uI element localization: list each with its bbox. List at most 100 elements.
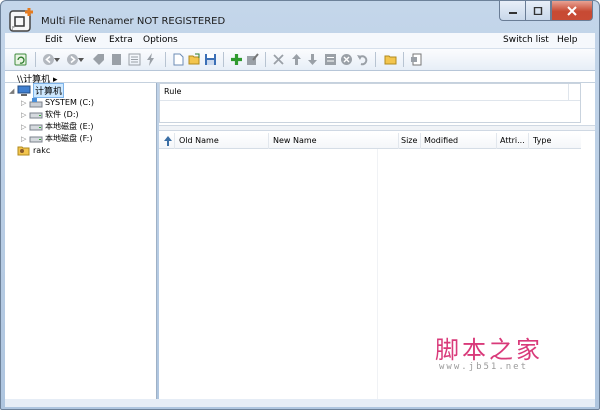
menu-options[interactable]: Options — [143, 35, 178, 45]
save-button[interactable] — [203, 52, 218, 67]
refresh-icon — [14, 53, 27, 66]
tree-expand-icon[interactable]: ▷ — [21, 135, 29, 143]
move-up-button[interactable] — [289, 52, 304, 67]
folder-button[interactable] — [383, 52, 398, 67]
app-logo-icon: F — [9, 7, 35, 33]
chevron-down-icon — [78, 57, 84, 62]
delete-x-icon — [273, 54, 284, 65]
rule-list-button[interactable] — [323, 52, 338, 67]
title-bar[interactable]: F Multi File Renamer NOT REGISTERED — [1, 1, 599, 33]
column-new-name[interactable]: New Name — [269, 133, 399, 149]
tag-button[interactable] — [91, 52, 106, 67]
drive-icon — [29, 136, 43, 143]
window-controls — [499, 1, 593, 21]
menu-switch-list[interactable]: Switch list — [503, 35, 549, 45]
tree-expand-icon[interactable]: ▷ — [21, 123, 29, 131]
tree-label: 软件 (D:) — [45, 110, 79, 119]
system-drive-icon — [29, 98, 43, 108]
undo-icon — [357, 55, 368, 66]
edit-rule-button[interactable] — [245, 52, 260, 67]
column-attributes[interactable]: Attri... — [497, 133, 529, 149]
file-list-header: Old Name New Name Size Modified Attri...… — [159, 133, 581, 149]
tree-item-system-c[interactable]: ▷ SYSTEM (C:) — [21, 97, 94, 108]
minimize-icon — [508, 11, 517, 14]
drive-icon — [29, 112, 43, 119]
cancel-circle-icon — [341, 54, 352, 65]
preview-document-icon — [411, 53, 422, 66]
status-bar — [5, 399, 595, 407]
forward-dropdown[interactable] — [77, 52, 85, 67]
menu-edit[interactable]: Edit — [45, 35, 62, 45]
svg-text:F: F — [12, 26, 15, 32]
tree-item-drive-e[interactable]: ▷ 本地磁盘 (E:) — [21, 121, 94, 132]
pane-splitter[interactable] — [159, 125, 595, 131]
tree-label: rakc — [33, 146, 51, 155]
tree-label: 本地磁盘 (E:) — [45, 122, 94, 131]
watermark-url: www.jb51.net — [439, 362, 529, 372]
close-icon — [567, 5, 577, 16]
column-modified[interactable]: Modified — [421, 133, 497, 149]
column-type[interactable]: Type — [529, 133, 581, 149]
rule-column-header[interactable]: Rule — [164, 87, 181, 96]
open-folder-icon — [188, 53, 200, 65]
folder-tree[interactable]: ◢ 计算机 ▷ SYSTEM (C:) ▷ 软件 (D:) ▷ 本地磁盘 (E:… — [5, 83, 157, 399]
column-old-name[interactable]: Old Name — [175, 133, 269, 149]
tree-item-computer[interactable]: ◢ 计算机 — [9, 83, 65, 98]
save-disk-icon — [205, 54, 216, 65]
tree-expand-icon[interactable]: ▷ — [21, 99, 29, 107]
document-icon — [112, 54, 121, 65]
minimize-button[interactable] — [499, 1, 525, 21]
column-size[interactable]: Size — [399, 133, 421, 149]
open-folder-button[interactable] — [187, 52, 202, 67]
clear-button[interactable] — [339, 52, 354, 67]
add-rule-button[interactable] — [229, 52, 244, 67]
rule-list[interactable]: Rule — [159, 83, 581, 123]
tree-expand-icon[interactable]: ◢ — [9, 87, 17, 95]
tree-expand-icon[interactable]: ▷ — [21, 111, 29, 119]
site-watermark: 脚本之家 www.jb51.net — [425, 330, 585, 380]
toolbar-separator — [223, 52, 224, 67]
arrow-down-icon — [308, 54, 317, 65]
menu-extra[interactable]: Extra — [109, 35, 133, 45]
tree-item-drive-f[interactable]: ▷ 本地磁盘 (F:) — [21, 133, 92, 144]
undo-button[interactable] — [355, 52, 370, 67]
back-dropdown[interactable] — [53, 52, 61, 67]
list-button[interactable] — [127, 52, 142, 67]
lightning-button[interactable] — [143, 52, 158, 67]
tree-label: 计算机 — [33, 83, 65, 98]
tree-item-rakc[interactable]: rakc — [17, 145, 50, 156]
sort-column[interactable] — [159, 133, 175, 149]
tree-label: SYSTEM (C:) — [45, 98, 94, 107]
add-plus-icon — [231, 54, 242, 65]
column-label: New Name — [273, 136, 317, 145]
arrow-up-icon — [292, 54, 301, 65]
menu-view[interactable]: View — [75, 35, 96, 45]
move-down-button[interactable] — [305, 52, 320, 67]
toolbar — [5, 49, 595, 71]
document-button[interactable] — [109, 52, 124, 67]
column-label: Type — [533, 136, 552, 145]
toolbar-separator — [265, 52, 266, 67]
computer-icon — [17, 85, 31, 96]
chevron-down-icon — [54, 57, 60, 62]
rule-list-header: Rule — [160, 84, 580, 101]
new-file-button[interactable] — [171, 52, 186, 67]
column-label: Size — [401, 136, 418, 145]
column-label: Modified — [424, 136, 459, 145]
toolbar-separator — [165, 52, 166, 67]
tree-label: 本地磁盘 (F:) — [45, 134, 93, 143]
address-bar[interactable]: \\计算机 ▸ — [5, 71, 595, 85]
preview-button[interactable] — [409, 52, 424, 67]
refresh-button[interactable] — [13, 52, 28, 67]
rule-header-filler — [568, 84, 580, 101]
toolbar-separator — [403, 52, 404, 67]
close-button[interactable] — [551, 1, 593, 21]
tag-icon — [93, 54, 104, 65]
menu-help[interactable]: Help — [557, 35, 578, 45]
list-icon — [128, 53, 141, 66]
tree-item-drive-d[interactable]: ▷ 软件 (D:) — [21, 109, 79, 120]
new-file-icon — [173, 53, 184, 66]
maximize-button[interactable] — [525, 1, 551, 21]
delete-rule-button[interactable] — [271, 52, 286, 67]
menu-bar: Edit View Extra Options Switch list Help — [5, 33, 595, 49]
